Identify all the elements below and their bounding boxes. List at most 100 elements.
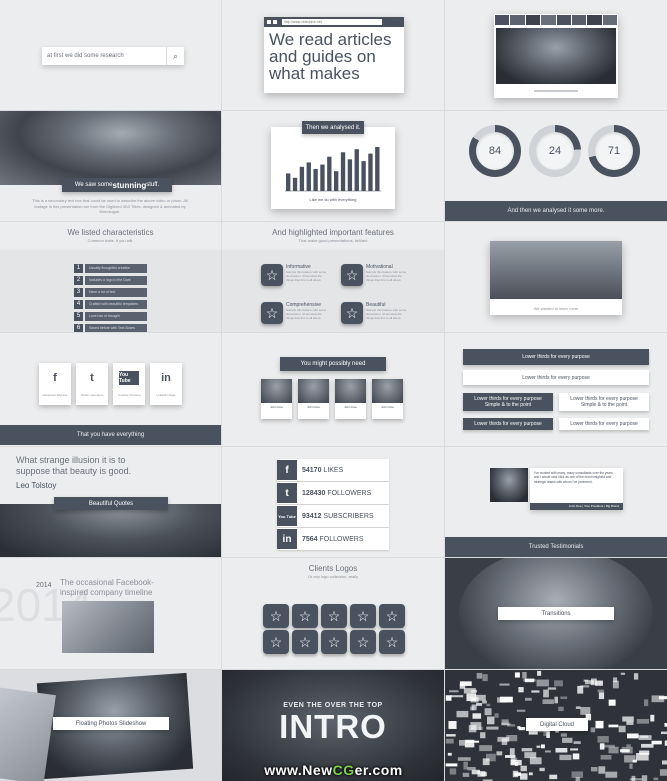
social-label: LinkedIn Page <box>156 393 176 397</box>
testimonial-bar: Trusted Testimonials <box>445 537 667 557</box>
watermark-www: www. <box>264 762 303 778</box>
chart-bar <box>299 166 305 191</box>
cloud-piece <box>608 724 619 728</box>
star-icon: ☆ <box>292 604 318 628</box>
cloud-piece <box>523 679 536 682</box>
cloud-piece <box>639 750 650 755</box>
cloud-piece <box>518 687 524 693</box>
twitter-card[interactable]: t Twitter username <box>76 363 108 405</box>
panel-social-cards: f Facebook Website t Twitter username You … <box>0 333 221 446</box>
ring-chart: 84 <box>469 125 521 177</box>
list-text: Crafted with beautiful templates <box>85 299 147 309</box>
stat-row: in 7564 FOLLOWERS <box>277 528 389 550</box>
cloud-piece <box>626 744 631 748</box>
panel-clients: Clients Logos Or any logo collection, re… <box>222 558 444 669</box>
team-card[interactable]: John Doe <box>298 379 329 419</box>
cloud-piece <box>658 696 667 700</box>
list-item: 3 Have a lot of text <box>74 287 147 297</box>
linkedin-card[interactable]: in LinkedIn Page <box>150 363 182 405</box>
youtube-card[interactable]: You Tube Youtube Channel <box>113 363 145 405</box>
panel-quote: What strange illusion it is to suppose t… <box>0 447 221 557</box>
runner-caption: We wanted to learn more <box>533 306 579 311</box>
cloud-piece <box>524 697 532 701</box>
cloud-piece <box>531 690 540 693</box>
cloud-piece <box>524 752 537 759</box>
testimonial-text: I've worked with many, many consultants … <box>534 471 614 484</box>
hero-photo <box>0 111 221 185</box>
search-input[interactable]: at first we did some research ⌕ <box>42 47 184 65</box>
char-title: We listed characteristics <box>67 228 154 237</box>
cloud-piece <box>518 726 526 731</box>
browser-toolbar: http://www.videohive.net <box>264 17 404 27</box>
cloud-piece <box>472 713 482 719</box>
team-photo <box>335 379 366 403</box>
list-text: Usually thoughtful creative <box>85 263 147 273</box>
cloud-piece <box>629 778 643 781</box>
thumb <box>602 15 617 25</box>
star-icon: ☆ <box>379 630 405 654</box>
browser-window: http://www.videohive.net We read article… <box>264 17 404 93</box>
cloud-piece <box>638 735 652 740</box>
panel-transitions: Transitions <box>445 558 667 669</box>
cloud-piece <box>482 674 488 682</box>
cloud-piece <box>545 750 551 753</box>
char-list: 1 Usually thoughtful creative 2 Includes a… <box>74 263 147 332</box>
stunning-emphasis: stunning <box>112 180 147 190</box>
lower-third: Lower thirds for every purpose <box>463 418 553 430</box>
stat-value: 54170 LIKES <box>302 467 343 474</box>
cloud-piece <box>627 733 639 739</box>
feature-desc: Sample this feature with some descriptio… <box>286 270 327 282</box>
cloud-piece <box>573 741 581 744</box>
panel-stunning: We saw some stunning stuff. This is a se… <box>0 111 221 221</box>
stat-row: f 54170 LIKES <box>277 459 389 481</box>
stat-number: 7564 <box>302 535 318 543</box>
cloud-piece <box>458 739 466 746</box>
lower-third: Lower thirds for every purpose Simple & t… <box>559 393 649 411</box>
clients-grid: ☆ ☆ ☆ ☆ ☆ ☆ ☆ ☆ ☆ ☆ <box>263 604 405 654</box>
browser-dot <box>273 20 277 24</box>
stat-label: LIKES <box>323 466 344 474</box>
search-icon[interactable]: ⌕ <box>166 47 184 65</box>
cloud-piece <box>471 689 478 693</box>
facebook-icon: f <box>53 372 57 384</box>
feat-subtitle: That make good presentations, brilliant <box>298 238 368 243</box>
cloud-piece <box>560 696 568 700</box>
cloud-piece <box>560 733 567 737</box>
linkedin-icon: in <box>277 529 297 549</box>
list-num: 3 <box>74 287 83 297</box>
thumb-strip <box>494 14 618 26</box>
browser-url[interactable]: http://www.videohive.net <box>282 19 382 25</box>
social-label: Twitter username <box>80 393 104 397</box>
cloud-piece <box>651 740 662 745</box>
team-card[interactable]: John Doe <box>372 379 403 419</box>
cloud-piece <box>580 707 591 715</box>
team-card[interactable]: John Doe <box>335 379 366 419</box>
thumb <box>556 15 571 25</box>
youtube-icon: You Tube <box>119 371 139 385</box>
cloud-piece <box>584 680 594 685</box>
chart-bar <box>313 169 318 191</box>
chart-bar <box>375 147 380 191</box>
char-subtitle: Common traits. If you will. <box>87 238 134 243</box>
cloud-piece <box>595 720 604 729</box>
team-tag: You might possibly need <box>280 357 386 371</box>
feat-band <box>222 250 444 332</box>
star-icon: ☆ <box>341 302 363 324</box>
chart-caption: Like we do with everything <box>309 197 357 202</box>
team-card[interactable]: John Doe <box>261 379 292 419</box>
panel-rings: 84 24 71 And then we analysed it some mo… <box>445 111 667 221</box>
cloud-tag: Digital Cloud <box>526 718 588 731</box>
cloud-piece <box>621 746 633 754</box>
cloud-piece <box>536 679 549 687</box>
facebook-card[interactable]: f Facebook Website <box>39 363 71 405</box>
cloud-piece <box>471 704 477 711</box>
star-icon: ☆ <box>341 264 363 286</box>
team-photo <box>298 379 329 403</box>
cloud-piece <box>597 689 604 693</box>
cloud-piece <box>641 743 654 748</box>
cloud-piece <box>572 753 580 760</box>
cloud-piece <box>612 680 619 689</box>
browser-dot <box>267 20 271 24</box>
thumb <box>541 15 556 25</box>
list-num: 1 <box>74 263 83 273</box>
